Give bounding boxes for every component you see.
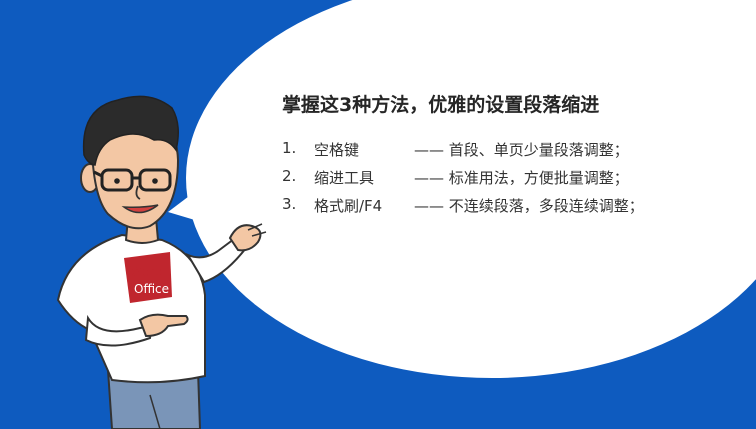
item-term: 格式刷/F4 [314,197,383,215]
slide: Word Office 掌握这3种方法，优雅的设置段落缩进 1. 空格键 —— … [0,0,756,429]
shirt-label-office: Office [134,282,169,296]
item-number: 2. [282,167,297,185]
shirt-label-word: Word [130,265,163,280]
item-term: 缩进工具 [314,169,375,187]
item-number: 1. [282,139,297,157]
item-term: 空格键 [314,141,360,159]
item-number: 3. [282,195,297,213]
slide-title: 掌握这3种方法，优雅的设置段落缩进 [282,94,600,116]
item-description: —— 首段、单页少量段落调整； [414,141,629,159]
item-description: —— 标准用法，方便批量调整； [414,169,629,187]
item-description: —— 不连续段落，多段连续调整； [414,197,644,215]
